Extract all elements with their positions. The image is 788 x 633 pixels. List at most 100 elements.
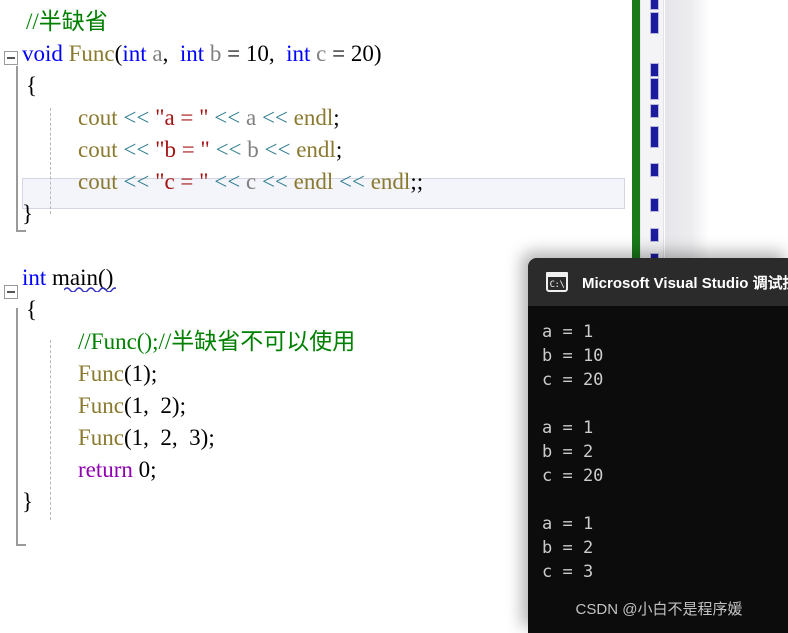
- scrollbar-marker[interactable]: [650, 0, 659, 10]
- token-fn: cout: [78, 169, 118, 194]
- code-line-text: cout << "a = " << a << endl;: [78, 102, 340, 134]
- token-num: 0: [138, 457, 151, 482]
- token-plain: ,: [162, 41, 180, 66]
- token-plain: );: [171, 393, 186, 418]
- console-window-title: Microsoft Visual Studio 调试控: [582, 274, 788, 292]
- token-fn: endl: [293, 169, 334, 194]
- token-num: 10: [245, 41, 269, 66]
- token-kw: int: [179, 41, 205, 66]
- scrollbar-marker[interactable]: [650, 126, 659, 148]
- scrollbar-marker[interactable]: [650, 198, 659, 212]
- token-op: <<: [264, 137, 291, 162]
- code-line-text: return 0;: [78, 454, 157, 486]
- token-op: <<: [339, 169, 365, 194]
- token-num: 2: [160, 393, 172, 418]
- token-ident: a: [245, 105, 257, 130]
- token-str: "a = ": [155, 105, 209, 130]
- token-op: <<: [123, 105, 150, 130]
- token-plain: ,: [268, 41, 287, 66]
- code-line-text: }: [22, 198, 33, 230]
- token-op: <<: [123, 169, 150, 194]
- token-plain: ,: [143, 393, 161, 418]
- code-line[interactable]: {: [0, 70, 632, 102]
- scrollbar-marker[interactable]: [650, 63, 659, 77]
- token-plain: ;: [333, 105, 340, 130]
- token-plain: ;;: [410, 169, 424, 194]
- token-num: 1: [131, 361, 144, 386]
- token-str: "b = ": [155, 137, 210, 162]
- token-op: <<: [214, 169, 241, 194]
- token-op: <<: [261, 169, 288, 194]
- token-fn: Func: [78, 361, 124, 386]
- code-line[interactable]: cout << "b = " << b << endl;: [0, 134, 632, 166]
- code-line-text: //半缺省: [26, 6, 108, 38]
- scrollbar-marker[interactable]: [650, 104, 659, 118]
- token-kw: void: [22, 41, 63, 66]
- token-plain: ;: [150, 457, 157, 482]
- token-num: 1: [131, 393, 144, 418]
- token-plain: }: [22, 201, 34, 226]
- token-fn: cout: [78, 137, 118, 162]
- token-fn: endl: [296, 137, 336, 162]
- token-kw: int: [286, 41, 311, 66]
- token-op: <<: [123, 137, 150, 162]
- console-output-line: a = 1: [542, 418, 594, 438]
- token-plain: (: [124, 393, 132, 418]
- token-fn: cout: [78, 105, 118, 130]
- token-fn: Func: [68, 41, 115, 66]
- console-output-line: c = 20: [542, 370, 604, 390]
- code-line-text: cout << "b = " << b << endl;: [78, 134, 342, 166]
- token-fn: endl: [293, 105, 334, 130]
- scrollbar-marker[interactable]: [650, 163, 659, 177]
- token-fn: Func: [78, 425, 124, 450]
- code-line-text: }: [22, 486, 33, 518]
- code-line-text: Func(1, 2);: [78, 390, 186, 422]
- token-plain: {: [26, 297, 38, 322]
- console-titlebar[interactable]: C:\ Microsoft Visual Studio 调试控: [528, 258, 788, 306]
- console-output-line: b = 10: [542, 346, 604, 366]
- token-plain: (: [124, 425, 132, 450]
- scrollbar-marker[interactable]: [650, 78, 659, 100]
- token-op: <<: [261, 105, 288, 130]
- token-plain: (: [124, 361, 132, 386]
- code-line[interactable]: cout << "a = " << a << endl;: [0, 102, 632, 134]
- token-op: <<: [215, 137, 242, 162]
- outline-foot-main: [16, 544, 26, 546]
- code-line-text: cout << "c = " << c << endl << endl;;: [78, 166, 423, 198]
- console-output-line: a = 1: [542, 514, 594, 534]
- scrollbar-marker[interactable]: [650, 12, 659, 34]
- token-plain: {: [26, 73, 38, 98]
- console-output-line: c = 3: [542, 562, 594, 582]
- code-line-text: //Func();//半缺省不可以使用: [78, 326, 355, 358]
- token-fn: endl: [370, 169, 411, 194]
- code-line[interactable]: }: [0, 198, 632, 230]
- console-output-line: b = 2: [542, 442, 594, 462]
- console-cmd-icon: C:\: [546, 272, 568, 292]
- token-plain: ): [373, 41, 382, 66]
- token-kw: int: [22, 265, 47, 290]
- token-plain: =: [326, 41, 351, 66]
- scrollbar-marker[interactable]: [650, 228, 659, 242]
- console-output: a = 1 b = 10 c = 20 a = 1 b = 2 c = 20 a = 1…: [528, 306, 788, 633]
- debug-console-window[interactable]: C:\ Microsoft Visual Studio 调试控 a = 1 b =…: [528, 258, 788, 633]
- error-squiggle: [64, 286, 116, 292]
- console-output-line: c = 20: [542, 466, 604, 486]
- token-cmt: //Func();//半缺省不可以使用: [78, 329, 356, 354]
- token-cmt: //半缺省: [26, 9, 108, 34]
- token-plain: =: [221, 41, 246, 66]
- token-plain: ;: [335, 137, 343, 162]
- token-plain: );: [200, 425, 215, 450]
- token-kw: int: [122, 41, 147, 66]
- token-ident: b: [209, 41, 222, 66]
- token-str: "c = ": [155, 169, 209, 194]
- token-ident: c: [245, 169, 257, 194]
- token-plain: );: [143, 361, 158, 386]
- token-num: 1: [131, 425, 144, 450]
- token-plain: ,: [171, 425, 190, 450]
- token-ident: c: [316, 41, 327, 66]
- code-line[interactable]: void Func(int a, int b = 10, int c = 20): [0, 38, 632, 70]
- code-line[interactable]: //半缺省: [0, 6, 632, 38]
- code-line-text: {: [26, 70, 37, 102]
- code-line[interactable]: cout << "c = " << c << endl << endl;;: [0, 166, 632, 198]
